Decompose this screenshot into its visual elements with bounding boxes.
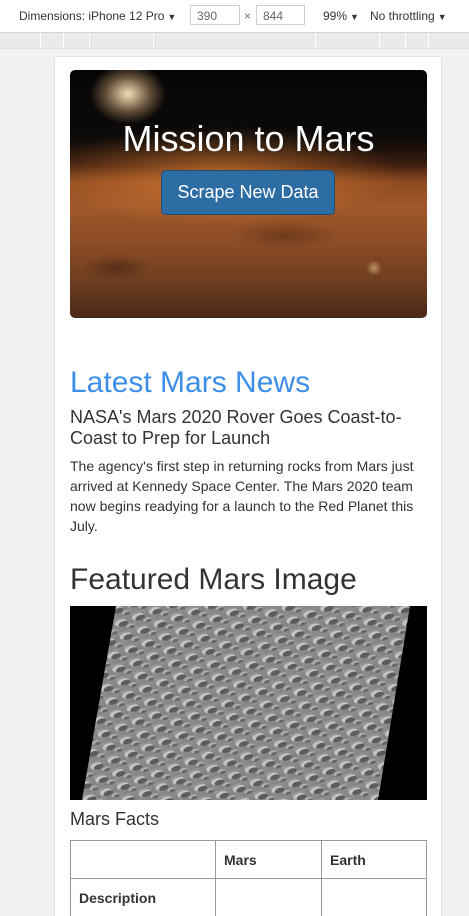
ruler-segment bbox=[63, 33, 64, 48]
news-title: NASA's Mars 2020 Rover Goes Coast-to-Coa… bbox=[70, 407, 402, 448]
page-title: Mission to Mars bbox=[122, 118, 375, 159]
throttling-dropdown[interactable]: No throttling ▼ bbox=[370, 9, 447, 23]
ruler-segment bbox=[379, 33, 380, 48]
mars-crater bbox=[230, 220, 340, 250]
ruler-segment bbox=[40, 33, 41, 48]
zoom-dropdown[interactable]: 99% ▼ bbox=[323, 9, 359, 23]
ruler-segment bbox=[153, 33, 154, 48]
table-header-row: Mars Earth bbox=[70, 840, 427, 879]
ruler-segment bbox=[428, 33, 429, 48]
chevron-down-icon: ▼ bbox=[167, 12, 177, 22]
table-row: Description bbox=[70, 878, 427, 916]
table-cell bbox=[215, 878, 322, 916]
dimensions-dropdown[interactable]: Dimensions: iPhone 12 Pro ▼ bbox=[19, 9, 176, 23]
chevron-down-icon: ▼ bbox=[437, 12, 447, 22]
news-heading: Latest Mars News bbox=[70, 366, 311, 399]
dimensions-label: Dimensions: iPhone 12 Pro bbox=[19, 9, 165, 23]
table-row-label: Description bbox=[70, 878, 216, 916]
ruler-segment bbox=[405, 33, 406, 48]
media-query-ruler[interactable] bbox=[0, 33, 469, 49]
device-viewport: Mission to Mars Scrape New Data Latest M… bbox=[54, 56, 442, 916]
featured-mars-image bbox=[70, 606, 427, 800]
height-input[interactable]: 844 bbox=[256, 5, 305, 25]
scrape-new-data-button[interactable]: Scrape New Data bbox=[161, 170, 335, 215]
table-header-cell: Mars bbox=[215, 840, 322, 879]
table-cell bbox=[321, 878, 427, 916]
lens-flare bbox=[366, 260, 382, 276]
mars-facts-heading: Mars Facts bbox=[70, 809, 160, 829]
ruler-segment bbox=[315, 33, 316, 48]
mars-facts-table: Mars Earth Description bbox=[70, 840, 427, 916]
times-icon: × bbox=[244, 9, 252, 23]
table-header-cell: Earth bbox=[321, 840, 427, 879]
featured-image-heading: Featured Mars Image bbox=[70, 563, 357, 596]
news-paragraph: The agency's first step in returning roc… bbox=[70, 458, 414, 534]
mars-terrain-image bbox=[70, 606, 427, 800]
table-header-cell bbox=[70, 840, 216, 879]
devtools-toolbar: Dimensions: iPhone 12 Pro ▼ 390 × 844 99%… bbox=[0, 0, 469, 33]
ruler-segment bbox=[89, 33, 90, 48]
throttling-label: No throttling bbox=[370, 9, 435, 23]
jumbotron-banner: Mission to Mars Scrape New Data bbox=[70, 70, 427, 318]
mars-crater bbox=[82, 255, 152, 281]
chevron-down-icon: ▼ bbox=[350, 12, 359, 22]
width-input[interactable]: 390 bbox=[190, 5, 240, 25]
zoom-label: 99% bbox=[323, 9, 348, 23]
